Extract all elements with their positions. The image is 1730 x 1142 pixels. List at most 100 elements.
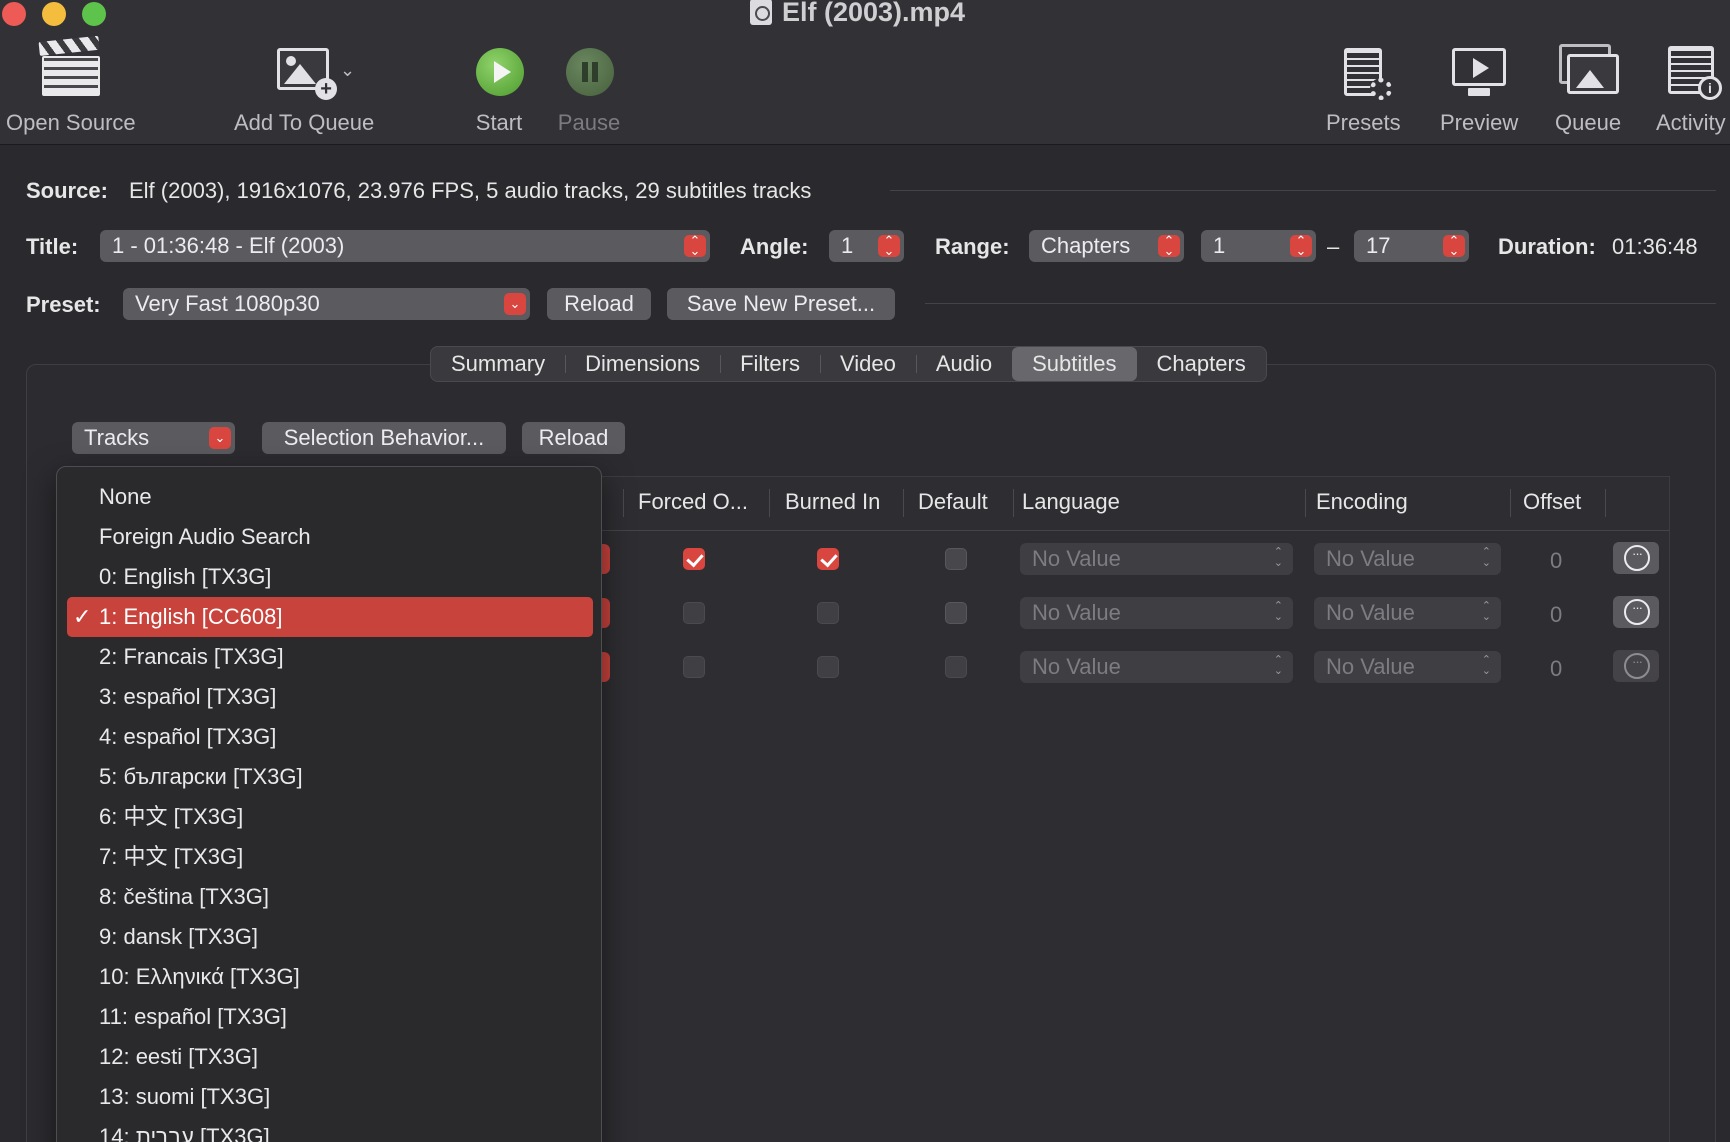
menu-item-track[interactable]: 9: dansk [TX3G]: [57, 917, 601, 957]
activity-button[interactable]: i Activity: [1656, 42, 1726, 136]
default-checkbox[interactable]: [945, 548, 967, 570]
add-to-queue-button[interactable]: + Add To Queue: [234, 42, 374, 136]
menu-item-track[interactable]: 5: български [TX3G]: [57, 757, 601, 797]
save-new-preset-button[interactable]: Save New Preset...: [667, 288, 895, 320]
up-down-arrows-icon: ⌃ ⌄: [1273, 600, 1283, 623]
tab-dimensions[interactable]: Dimensions: [565, 347, 720, 381]
source-label: Source:: [26, 178, 108, 203]
menu-item-label: 7: 中文 [TX3G]: [99, 844, 244, 869]
menu-item-track[interactable]: 11: español [TX3G]: [57, 997, 601, 1037]
menu-item-track[interactable]: 2: Francais [TX3G]: [57, 637, 601, 677]
tab-subtitles[interactable]: Subtitles: [1012, 347, 1137, 381]
preset-reload-button[interactable]: Reload: [547, 288, 651, 320]
encoding-value: No Value: [1326, 546, 1415, 571]
open-source-button[interactable]: Open Source: [6, 35, 136, 136]
tab-summary[interactable]: Summary: [431, 347, 565, 381]
chevron-down-icon: ⌄: [504, 293, 526, 315]
up-down-arrows-icon: ⌃ ⌄: [1443, 234, 1465, 257]
selection-behavior-button[interactable]: Selection Behavior...: [262, 422, 506, 454]
offset-value[interactable]: 0: [1550, 602, 1562, 628]
queue-button[interactable]: Queue: [1555, 42, 1621, 136]
menu-item-label: 3: español [TX3G]: [99, 684, 277, 709]
open-source-label: Open Source: [6, 110, 136, 135]
column-encoding[interactable]: Encoding: [1316, 489, 1408, 515]
range-end-popup[interactable]: 17 ⌃ ⌄: [1354, 230, 1469, 262]
chevron-down-icon[interactable]: ⌄: [340, 60, 355, 81]
pause-icon: [556, 42, 622, 104]
forced-only-checkbox[interactable]: [683, 548, 705, 570]
up-down-arrows-icon: ⌃ ⌄: [878, 234, 900, 257]
preset-popup-value: Very Fast 1080p30: [135, 291, 320, 316]
subtitles-reload-button[interactable]: Reload: [522, 422, 625, 454]
tab-audio[interactable]: Audio: [915, 347, 1012, 381]
burned-in-checkbox[interactable]: [817, 656, 839, 678]
range-end-value: 17: [1366, 233, 1391, 258]
language-popup[interactable]: No Value ⌃ ⌄: [1020, 651, 1293, 683]
pause-button[interactable]: Pause: [556, 42, 622, 136]
menu-item-track[interactable]: None: [57, 477, 601, 517]
encoding-popup[interactable]: No Value ⌃ ⌄: [1314, 597, 1501, 629]
range-type-popup[interactable]: Chapters ⌃ ⌄: [1029, 230, 1184, 262]
up-down-arrows-icon: ⌃ ⌄: [1158, 234, 1180, 257]
preview-button[interactable]: Preview: [1440, 42, 1518, 136]
menu-item-track[interactable]: 3: español [TX3G]: [57, 677, 601, 717]
menu-item-track[interactable]: 10: Ελληνικά [TX3G]: [57, 957, 601, 997]
menu-item-track[interactable]: ✓ 1: English [CC608]: [67, 597, 593, 637]
start-label: Start: [475, 110, 523, 135]
language-value: No Value: [1032, 654, 1121, 679]
menu-item-label: 13: suomi [TX3G]: [99, 1084, 271, 1109]
range-start-popup[interactable]: 1 ⌃ ⌄: [1201, 230, 1316, 262]
menu-item-track[interactable]: 12: eesti [TX3G]: [57, 1037, 601, 1077]
column-burned-in[interactable]: Burned In: [785, 489, 880, 515]
encoding-popup[interactable]: No Value ⌃ ⌄: [1314, 543, 1501, 575]
tab-video[interactable]: Video: [819, 347, 916, 381]
burned-in-checkbox[interactable]: [817, 602, 839, 624]
menu-item-track[interactable]: 14: עברית [TX3G]: [57, 1117, 601, 1142]
zoom-window-button[interactable]: [82, 2, 106, 26]
tab-chapters[interactable]: Chapters: [1137, 347, 1266, 381]
menu-item-label: 0: English [TX3G]: [99, 564, 272, 589]
default-checkbox[interactable]: [945, 656, 967, 678]
menu-item-track[interactable]: 13: suomi [TX3G]: [57, 1077, 601, 1117]
menu-item-label: 1: English [CC608]: [99, 604, 283, 629]
menu-item-track[interactable]: 7: 中文 [TX3G]: [57, 837, 601, 877]
column-offset[interactable]: Offset: [1523, 489, 1581, 515]
angle-popup[interactable]: 1 ⌃ ⌄: [829, 230, 904, 262]
more-options-icon[interactable]: [1613, 650, 1659, 682]
column-default[interactable]: Default: [918, 489, 988, 515]
more-options-icon[interactable]: [1613, 542, 1659, 574]
encoding-popup[interactable]: No Value ⌃ ⌄: [1314, 651, 1501, 683]
burned-in-checkbox[interactable]: [817, 548, 839, 570]
preview-label: Preview: [1440, 110, 1519, 135]
menu-item-label: 12: eesti [TX3G]: [99, 1044, 258, 1069]
language-popup[interactable]: No Value ⌃ ⌄: [1020, 543, 1293, 575]
offset-value[interactable]: 0: [1550, 656, 1562, 682]
column-forced[interactable]: Forced O...: [638, 489, 748, 515]
angle-popup-value: 1: [841, 233, 854, 258]
menu-item-track[interactable]: 8: čeština [TX3G]: [57, 877, 601, 917]
title-popup[interactable]: 1 - 01:36:48 - Elf (2003) ⌃ ⌄: [100, 230, 710, 262]
forced-only-checkbox[interactable]: [683, 656, 705, 678]
preset-popup[interactable]: Very Fast 1080p30 ⌄: [123, 288, 530, 320]
column-language[interactable]: Language: [1022, 489, 1120, 515]
title-popup-value: 1 - 01:36:48 - Elf (2003): [112, 233, 345, 258]
window-title-text: Elf (2003).mp4: [782, 0, 966, 27]
start-button[interactable]: Start: [466, 42, 532, 136]
range-dash: –: [1327, 234, 1340, 259]
menu-item-track[interactable]: 0: English [TX3G]: [57, 557, 601, 597]
encoding-value: No Value: [1326, 600, 1415, 625]
menu-item-track[interactable]: 4: español [TX3G]: [57, 717, 601, 757]
tab-filters[interactable]: Filters: [720, 347, 820, 381]
presets-button[interactable]: Presets: [1326, 42, 1401, 136]
minimize-window-button[interactable]: [42, 2, 66, 26]
activity-label: Activity: [1656, 110, 1726, 135]
more-options-icon[interactable]: [1613, 596, 1659, 628]
menu-item-track[interactable]: 6: 中文 [TX3G]: [57, 797, 601, 837]
close-window-button[interactable]: [2, 2, 26, 26]
tracks-popup[interactable]: Tracks ⌄: [72, 422, 235, 454]
language-popup[interactable]: No Value ⌃ ⌄: [1020, 597, 1293, 629]
default-checkbox[interactable]: [945, 602, 967, 624]
forced-only-checkbox[interactable]: [683, 602, 705, 624]
menu-item-track[interactable]: Foreign Audio Search: [57, 517, 601, 557]
offset-value[interactable]: 0: [1550, 548, 1562, 574]
